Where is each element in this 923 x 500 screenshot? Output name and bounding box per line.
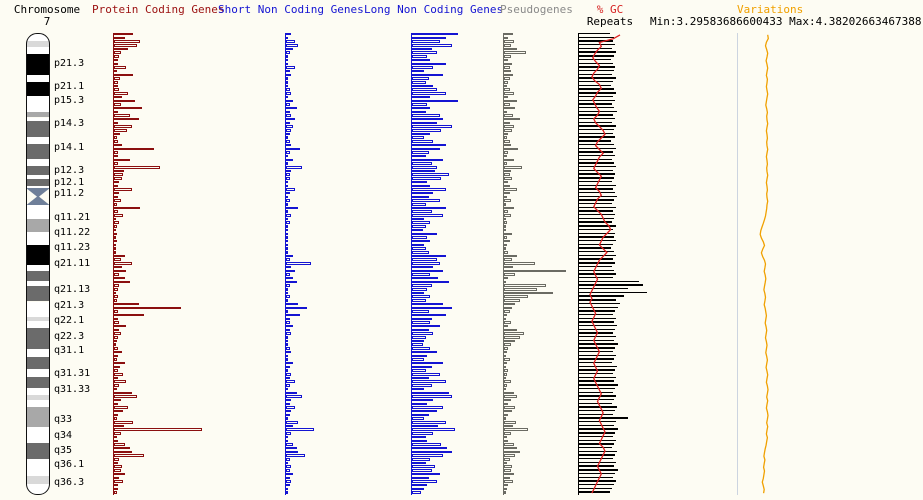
track-variations[interactable] — [0, 33, 820, 495]
header-repeats-label: Repeats — [586, 15, 634, 28]
header-chromosome-number: 7 — [43, 15, 51, 28]
header-chromosome: Chromosome 7 — [8, 4, 86, 28]
chromosome-viewer: Chromosome 7 Protein Coding Genes Short … — [0, 0, 923, 500]
variations-profile-line — [759, 34, 769, 494]
header-gc-repeats: % GC Repeats — [576, 4, 644, 28]
header-pseudogenes: Pseudogenes — [500, 3, 573, 16]
header-protein-coding-genes: Protein Coding Genes — [92, 3, 225, 16]
header-long-non-coding-genes: Long Non Coding Genes — [364, 3, 504, 16]
header-short-non-coding-genes: Short Non Coding Genes — [218, 3, 364, 16]
header-variations-range: Min:3.29583686600433 Max:4.3820266346738… — [650, 15, 922, 28]
